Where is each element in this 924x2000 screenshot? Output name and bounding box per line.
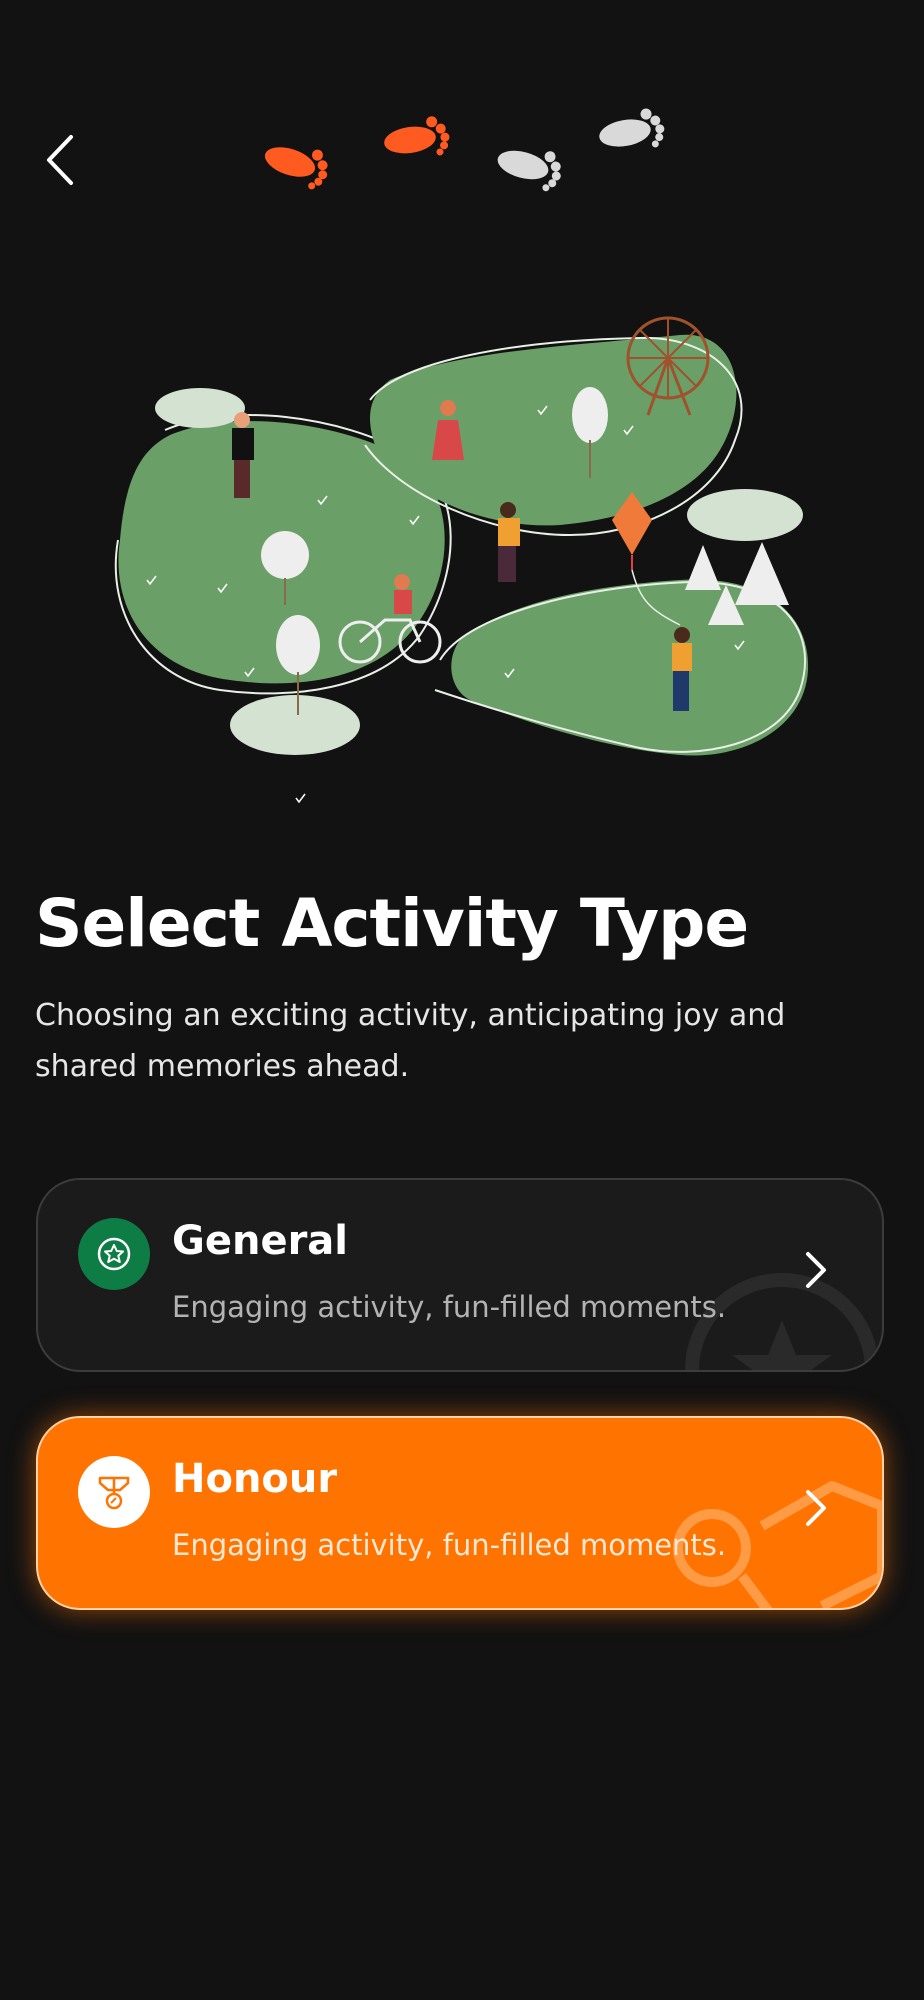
star-badge-icon <box>78 1218 150 1290</box>
option-description: Engaging activity, fun-filled moments. <box>172 1528 727 1562</box>
chevron-right-icon <box>806 1490 826 1526</box>
page-subtitle: Choosing an exciting activity, anticipat… <box>35 998 786 1084</box>
activity-option-honour[interactable]: Honour Engaging activity, fun-filled mom… <box>36 1416 884 1610</box>
activity-option-general[interactable]: General Engaging activity, fun-filled mo… <box>36 1178 884 1372</box>
medal-icon <box>78 1456 150 1528</box>
option-title: Honour <box>172 1456 338 1502</box>
park-activities-illustration <box>114 316 809 804</box>
footprint-icon <box>492 138 567 195</box>
chevron-right-icon <box>806 1252 826 1288</box>
footprint-icon <box>595 105 668 157</box>
option-title: General <box>172 1218 348 1264</box>
footprint-icon <box>381 114 452 163</box>
step-progress <box>259 105 668 195</box>
option-description: Engaging activity, fun-filled moments. <box>172 1290 727 1324</box>
page-title: Select Activity Type <box>35 885 749 962</box>
footprint-icon <box>259 134 334 193</box>
